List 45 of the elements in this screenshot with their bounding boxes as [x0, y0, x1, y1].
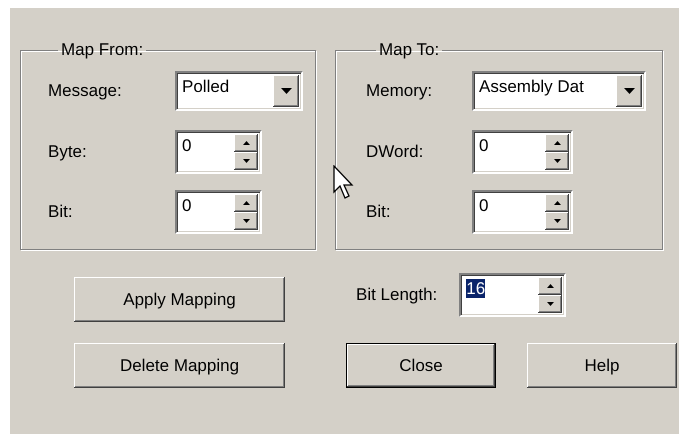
up-arrow-icon: [242, 141, 250, 145]
mouse-pointer-icon: [333, 165, 355, 201]
spin-up-button[interactable]: [538, 276, 562, 294]
dialog-button[interactable]: Apply Mapping: [74, 277, 285, 322]
down-arrow-icon: [546, 302, 554, 306]
spin-field[interactable]: 0: [472, 130, 573, 174]
up-arrow-icon: [554, 141, 560, 145]
up-arrow-icon: [546, 284, 554, 288]
field-label: Byte:: [48, 142, 88, 162]
spin-up-button[interactable]: [234, 194, 258, 212]
dropdown[interactable]: Polled: [175, 71, 303, 111]
caret-icon: [280, 88, 292, 94]
down-arrow-icon: [242, 159, 250, 163]
spin-down-button[interactable]: [234, 152, 258, 170]
up-arrow-icon: [554, 201, 560, 205]
spin-field[interactable]: 16: [459, 272, 566, 316]
spin-field[interactable]: 0: [472, 190, 573, 234]
spin-up-button[interactable]: [234, 134, 258, 152]
spin-field[interactable]: 0: [175, 130, 262, 174]
caret-icon: [624, 88, 634, 94]
spin-down-button[interactable]: [538, 294, 562, 312]
field-label: Message:: [48, 81, 123, 101]
group-title: Map To:: [378, 40, 440, 60]
field-label: DWord:: [366, 142, 424, 162]
dropdown-button[interactable]: [616, 75, 642, 107]
dialog-button[interactable]: Close: [346, 343, 496, 388]
spin-field[interactable]: 0: [175, 190, 262, 234]
down-arrow-icon: [554, 159, 560, 163]
field-label: Bit:: [366, 202, 392, 222]
field-label: Bit Length:: [356, 284, 438, 304]
dropdown-button[interactable]: [273, 75, 299, 107]
spin-up-button[interactable]: [545, 194, 569, 212]
spin-down-button[interactable]: [545, 212, 569, 230]
spin-down-button[interactable]: [234, 212, 258, 230]
group-title: Map From:: [60, 40, 144, 60]
down-arrow-icon: [242, 219, 250, 223]
spin-down-button[interactable]: [545, 152, 569, 170]
down-arrow-icon: [554, 219, 560, 223]
field-label: Bit:: [48, 202, 74, 222]
spin-up-button[interactable]: [545, 134, 569, 152]
dialog-button[interactable]: Help: [527, 343, 677, 388]
field-label: Memory:: [366, 81, 434, 101]
up-arrow-icon: [242, 201, 250, 205]
dropdown[interactable]: Assembly Dat: [472, 71, 646, 111]
dialog-button[interactable]: Delete Mapping: [74, 343, 285, 388]
